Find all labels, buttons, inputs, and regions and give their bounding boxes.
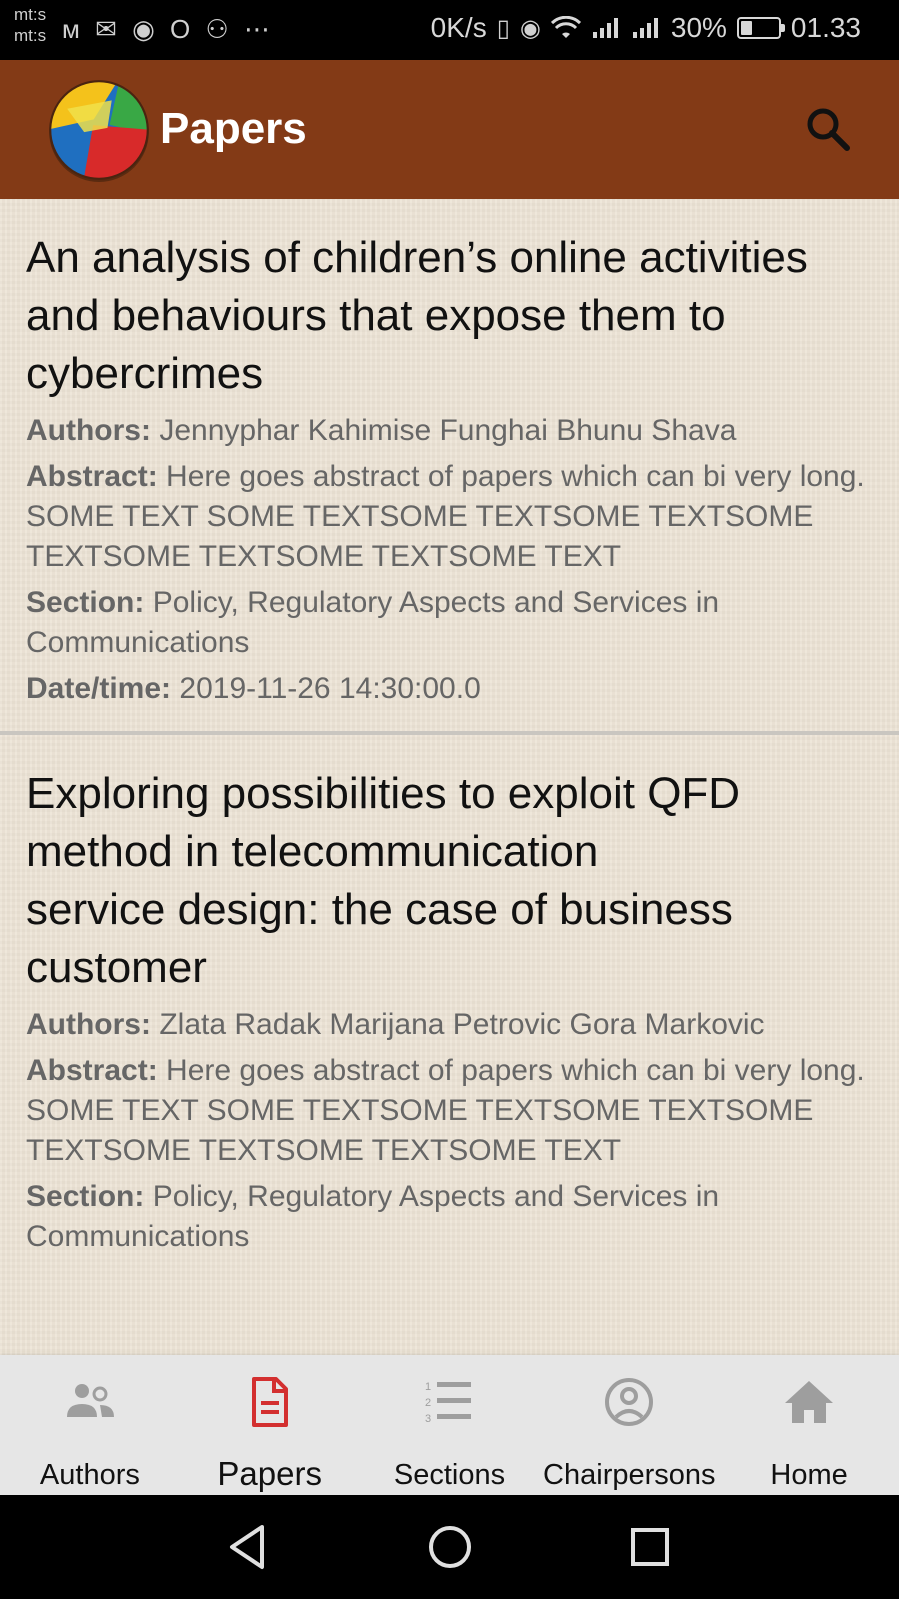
svg-text:3: 3 [425, 1413, 431, 1425]
nav-chairpersons[interactable]: Chairpersons [539, 1355, 719, 1495]
paper-card[interactable]: Exploring possibilities to exploit QFD m… [0, 731, 899, 1279]
nav-papers[interactable]: Papers [180, 1355, 360, 1495]
numbered-list-icon: 1 2 3 [425, 1381, 472, 1425]
signal-2-icon [632, 18, 658, 38]
battery-icon [736, 17, 785, 39]
home-icon [785, 1381, 834, 1423]
back-triangle-icon[interactable] [222, 1521, 274, 1573]
page-title: Papers [160, 104, 307, 153]
authors-label: Authors: [26, 414, 151, 447]
paper-card[interactable]: An analysis of children’s online activit… [0, 199, 899, 731]
paper-section: Section: Policy, Regulatory Aspects and … [26, 583, 873, 663]
datetime-label: Date/time: [26, 672, 172, 705]
paper-abstract: Abstract: Here goes abstract of papers w… [26, 457, 873, 577]
carrier-line-2: mt:s [14, 26, 47, 45]
paper-abstract: Abstract: Here goes abstract of papers w… [26, 1051, 873, 1171]
paper-title: An analysis of children’s online activit… [26, 233, 808, 398]
battery-percent: 30% [670, 12, 727, 43]
paper-datetime: Date/time: 2019-11-26 14:30:00.0 [26, 669, 873, 709]
svg-text:2: 2 [425, 1397, 431, 1409]
nav-papers-label: Papers [217, 1455, 322, 1492]
eye-comfort-icon: ◉ [519, 14, 541, 42]
net-speed: 0K/s [430, 12, 487, 43]
svg-text:1: 1 [425, 1381, 431, 1393]
nav-authors[interactable]: Authors [0, 1355, 180, 1495]
nav-chairpersons-label: Chairpersons [543, 1459, 716, 1491]
vibrate-icon: ▯ [496, 14, 510, 42]
system-navigation-bar [0, 1495, 899, 1599]
datetime-value: 2019-11-26 14:30:00.0 [179, 672, 481, 705]
signal-1-icon [592, 18, 618, 38]
nav-authors-label: Authors [39, 1459, 140, 1491]
authors-label: Authors: [26, 1008, 151, 1041]
document-icon [251, 1377, 288, 1427]
authors-value: Zlata Radak Marijana Petrovic Gora Marko… [159, 1008, 765, 1041]
paper-title: Exploring possibilities to exploit QFD m… [26, 769, 741, 992]
notification-icons: ᴍ ✉ ◉ O ⚇ ⋯ [62, 14, 274, 44]
bottom-navigation: Authors Papers 1 2 3 Sections Chairperso… [0, 1355, 899, 1495]
paper-section: Section: Policy, Regulatory Aspects and … [26, 1177, 873, 1257]
carrier-info: mt:s mt:s [14, 4, 46, 46]
status-bar: mt:s mt:s ᴍ ✉ ◉ O ⚇ ⋯ 0K/s ▯ ◉ 30% 01.33 [0, 0, 899, 60]
app-bar: Papers [0, 60, 899, 199]
nav-sections-label: Sections [393, 1459, 506, 1491]
recents-square-icon[interactable] [624, 1521, 676, 1573]
paper-list[interactable]: An analysis of children’s online activit… [0, 199, 899, 1355]
paper-authors: Authors: Jennyphar Kahimise Funghai Bhun… [26, 411, 873, 451]
carrier-line-1: mt:s [14, 5, 47, 24]
abstract-label: Abstract: [26, 1054, 158, 1087]
wifi-icon [550, 16, 581, 38]
search-icon[interactable] [801, 102, 857, 158]
section-label: Section: [26, 586, 145, 619]
nav-home-label: Home [770, 1459, 848, 1491]
abstract-label: Abstract: [26, 460, 158, 493]
people-icon [66, 1384, 114, 1417]
clock: 01.33 [790, 12, 861, 43]
nav-home[interactable]: Home [719, 1355, 899, 1495]
person-circle-icon [605, 1378, 654, 1426]
status-right: 0K/s ▯ ◉ 30% 01.33 [431, 12, 861, 44]
section-label: Section: [26, 1180, 145, 1213]
nav-sections[interactable]: 1 2 3 Sections [360, 1355, 540, 1495]
home-circle-icon[interactable] [424, 1521, 476, 1573]
paper-authors: Authors: Zlata Radak Marijana Petrovic G… [26, 1005, 873, 1045]
app-logo-icon [49, 80, 149, 182]
authors-value: Jennyphar Kahimise Funghai Bhunu Shava [159, 414, 737, 447]
